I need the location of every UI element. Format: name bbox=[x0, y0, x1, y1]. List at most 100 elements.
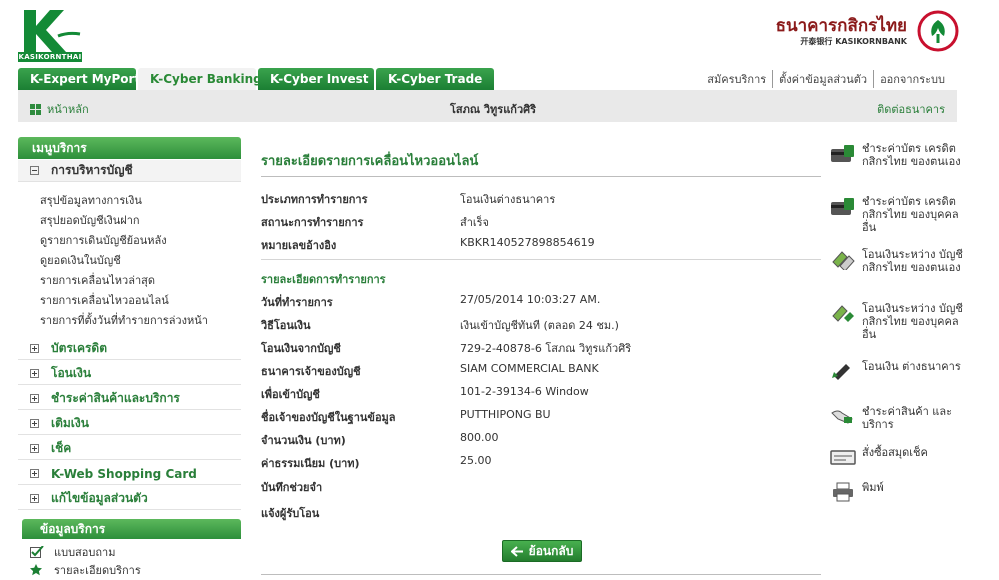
menu-item-latest-transactions[interactable]: รายการเคลื่อนไหวล่าสุด bbox=[40, 271, 155, 289]
quick-link-order-cheque-book[interactable]: สั่งซื้อสมุดเช็ค bbox=[830, 446, 972, 468]
to-account-label: เพื่อเข้าบัญชี bbox=[261, 388, 320, 401]
star-icon bbox=[30, 564, 42, 576]
info-item-label: แบบสอบถาม bbox=[54, 546, 116, 559]
info-item-questionnaire[interactable]: แบบสอบถาม bbox=[30, 543, 115, 561]
menu-group-edit-profile[interactable]: แก้ไขข้อมูลส่วนตัว bbox=[18, 488, 241, 510]
quick-link-label: ชำระค่าสินค้า และบริการ bbox=[862, 405, 952, 431]
page-title: รายละเอียดรายการเคลื่อนไหวออนไลน์ bbox=[261, 154, 479, 169]
tab-k-cyber-trade[interactable]: K-Cyber Trade bbox=[376, 68, 494, 90]
quick-link-label: พิมพ์ bbox=[862, 481, 884, 494]
notify-recipient-label: แจ้งผู้รับโอน bbox=[261, 507, 320, 520]
contact-bank-link[interactable]: ติดต่อธนาคาร bbox=[877, 100, 945, 118]
bank-name-english: 开泰银行 KASIKORNBANK bbox=[800, 37, 907, 46]
menu-group-label: เติมเงิน bbox=[51, 416, 89, 430]
memo-label: บันทึกช่วยจำ bbox=[261, 481, 323, 494]
menu-group-bill-payment[interactable]: ชำระค่าสินค้าและบริการ bbox=[18, 388, 241, 410]
to-account-value: 101-2-39134-6 Window bbox=[460, 385, 589, 398]
expand-icon bbox=[30, 494, 39, 503]
back-button[interactable]: ย้อนกลับ bbox=[502, 540, 582, 562]
info-item-label: รายละเอียดบริการ bbox=[54, 564, 141, 577]
collapse-icon bbox=[30, 166, 39, 175]
tab-k-expert-myport[interactable]: K-Expert MyPort bbox=[18, 68, 140, 90]
menu-item-deposit-summary[interactable]: สรุปยอดบัญชีเงินฝาก bbox=[40, 211, 140, 229]
menu-item-financial-summary[interactable]: สรุปข้อมูลทางการเงิน bbox=[40, 191, 142, 209]
info-item-service-details[interactable]: รายละเอียดบริการ bbox=[30, 561, 141, 579]
home-link[interactable]: หน้าหลัก bbox=[30, 100, 89, 118]
cheque-book-icon bbox=[830, 450, 856, 465]
menu-group-k-web-shopping-card[interactable]: K-Web Shopping Card bbox=[18, 463, 241, 485]
quick-link-pay-own-credit-card[interactable]: ชำระค่าบัตร เครดิตกสิกรไทย ของตนเอง bbox=[830, 142, 972, 168]
from-account-value: 729-2-40878-6 โสภณ วิทูรแก้วศิริ bbox=[460, 342, 632, 355]
sub-header-bar: หน้าหลัก โสภณ วิทูรแก้วศิริ ติดต่อธนาคาร bbox=[18, 90, 957, 122]
expand-icon bbox=[30, 469, 39, 478]
expand-icon bbox=[30, 419, 39, 428]
quick-link-label: โอนเงินระหว่าง บัญชีกสิกรไทย ของบุคคลอื่… bbox=[862, 302, 963, 341]
service-menu-title: เมนูบริการ bbox=[18, 137, 241, 159]
section-divider bbox=[261, 259, 821, 260]
menu-group-cheque[interactable]: เช็ค bbox=[18, 438, 241, 460]
transaction-type-value: โอนเงินต่างธนาคาร bbox=[460, 193, 556, 206]
kasikorn-logo[interactable]: KASIKORNTHAI bbox=[18, 8, 82, 62]
quick-link-label: ชำระค่าบัตร เครดิตกสิกรไทย ของตนเอง bbox=[862, 142, 961, 168]
quick-link-label: โอนเงินระหว่าง บัญชีกสิกรไทย ของตนเอง bbox=[862, 248, 963, 274]
menu-item-account-balance[interactable]: ดูยอดเงินในบัญชี bbox=[40, 251, 121, 269]
quick-link-transfer-other-account[interactable]: โอนเงินระหว่าง บัญชีกสิกรไทย ของบุคคลอื่… bbox=[830, 302, 972, 341]
menu-item-statement-history[interactable]: ดูรายการเดินบัญชีย้อนหลัง bbox=[40, 231, 167, 249]
personal-settings-link[interactable]: ตั้งค่าข้อมูลส่วนตัว bbox=[772, 70, 873, 88]
transaction-status-value: สำเร็จ bbox=[460, 216, 490, 229]
menu-group-label: เช็ค bbox=[51, 441, 72, 455]
quick-link-print[interactable]: พิมพ์ bbox=[830, 481, 972, 503]
menu-group-account-management[interactable]: การบริหารบัญชี bbox=[18, 160, 241, 182]
quick-link-interbank-transfer[interactable]: โอนเงิน ต่างธนาคาร bbox=[830, 360, 972, 382]
transaction-status-label: สถานะการทำรายการ bbox=[261, 216, 364, 229]
home-link-label: หน้าหลัก bbox=[47, 103, 89, 116]
reference-number-value: KBKR140527898854619 bbox=[460, 236, 595, 249]
back-button-label: ย้อนกลับ bbox=[528, 543, 574, 558]
expand-icon bbox=[30, 344, 39, 353]
recipient-bank-value: SIAM COMMERCIAL BANK bbox=[460, 362, 599, 375]
bank-name-thai: ธนาคารกสิกรไทย bbox=[775, 16, 907, 36]
interbank-transfer-icon bbox=[832, 364, 850, 380]
transfer-method-value: เงินเข้าบัญชีทันที (ตลอด 24 ชม.) bbox=[460, 319, 619, 332]
section-title: รายละเอียดการทำรายการ bbox=[261, 273, 386, 286]
recipient-bank-label: ธนาคารเจ้าของบัญชี bbox=[261, 365, 361, 378]
menu-group-credit-card[interactable]: บัตรเครดิต bbox=[18, 338, 241, 360]
amount-label: จำนวนเงิน (บาท) bbox=[261, 434, 346, 447]
transaction-date-value: 27/05/2014 10:03:27 AM. bbox=[460, 293, 601, 306]
transfer-method-label: วิธีโอนเงิน bbox=[261, 319, 311, 332]
menu-group-label: โอนเงิน bbox=[51, 366, 92, 380]
quick-link-label: โอนเงิน ต่างธนาคาร bbox=[862, 360, 961, 373]
service-info-title: ข้อมูลบริการ bbox=[22, 519, 241, 539]
logout-link[interactable]: ออกจากระบบ bbox=[873, 70, 951, 88]
top-links: สมัครบริการ ตั้งค่าข้อมูลส่วนตัว ออกจากร… bbox=[701, 70, 951, 88]
credit-card-payment-other-icon bbox=[831, 198, 854, 215]
menu-group-label: บัตรเครดิต bbox=[51, 341, 108, 355]
quick-link-pay-other-credit-card[interactable]: ชำระค่าบัตร เครดิตกสิกรไทย ของบุคคลอื่น bbox=[830, 195, 972, 234]
transaction-date-label: วันที่ทำรายการ bbox=[261, 296, 333, 309]
menu-item-scheduled-transactions[interactable]: รายการที่ตั้งวันที่ทำรายการล่วงหน้า bbox=[40, 311, 208, 329]
logo-text: KASIKORNTHAI bbox=[18, 52, 82, 62]
tab-k-cyber-banking[interactable]: K-Cyber Banking bbox=[138, 68, 262, 90]
reference-number-label: หมายเลขอ้างอิง bbox=[261, 239, 337, 252]
menu-group-top-up[interactable]: เติมเงิน bbox=[18, 413, 241, 435]
menu-group-label: K-Web Shopping Card bbox=[51, 466, 197, 481]
quick-link-bill-payment[interactable]: ชำระค่าสินค้า และบริการ bbox=[830, 405, 972, 431]
k-logo-icon bbox=[24, 10, 81, 52]
menu-item-online-transactions[interactable]: รายการเคลื่อนไหวออนไลน์ bbox=[40, 291, 169, 309]
menu-group-label: ชำระค่าสินค้าและบริการ bbox=[51, 391, 180, 405]
main-tabs: K-Expert MyPort K-Cyber Banking K-Cyber … bbox=[18, 68, 494, 90]
quick-link-label: ชำระค่าบัตร เครดิตกสิกรไทย ของบุคคลอื่น bbox=[862, 195, 959, 234]
expand-icon bbox=[30, 394, 39, 403]
expand-icon bbox=[30, 369, 39, 378]
transaction-type-label: ประเภทการทำรายการ bbox=[261, 193, 368, 206]
expand-icon bbox=[30, 444, 39, 453]
transfer-other-icon bbox=[832, 305, 854, 322]
home-grid-icon bbox=[30, 103, 41, 115]
menu-group-transfer[interactable]: โอนเงิน bbox=[18, 363, 241, 385]
amount-value: 800.00 bbox=[460, 431, 499, 444]
credit-card-payment-icon bbox=[831, 145, 854, 162]
bank-emblem-icon bbox=[917, 10, 959, 52]
tab-k-cyber-invest[interactable]: K-Cyber Invest bbox=[258, 68, 374, 90]
register-service-link[interactable]: สมัครบริการ bbox=[701, 70, 772, 88]
quick-link-transfer-own-account[interactable]: โอนเงินระหว่าง บัญชีกสิกรไทย ของตนเอง bbox=[830, 248, 972, 274]
